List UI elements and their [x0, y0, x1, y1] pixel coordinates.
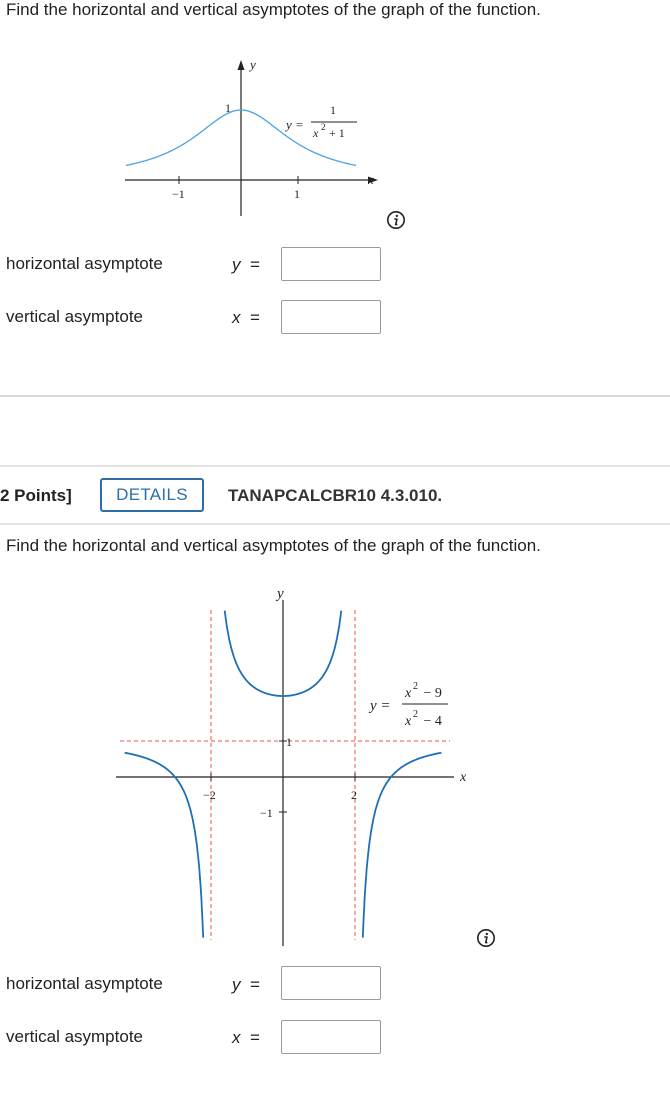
equation-1: y = 1 x 2 + 1 — [284, 103, 357, 140]
eq-den-rest-2: − 4 — [420, 714, 442, 729]
eq-den-exp-1: 2 — [321, 122, 326, 132]
tick-label-x-1: 1 — [294, 187, 300, 201]
vertical-equals-2: = — [249, 1028, 260, 1047]
eq-den-rest-1: + 1 — [326, 126, 345, 140]
vertical-asymptote-label-1: vertical asymptote — [6, 307, 143, 326]
problem2-prompt: Find the horizontal and vertical asympto… — [6, 536, 541, 555]
curve-2-right — [361, 751, 442, 938]
horizontal-asymptote-label-2: horizontal asymptote — [6, 974, 163, 993]
graph-2: y x 1 −1 −2 2 y = x 2 − 9 x 2 − 4 — [116, 586, 467, 946]
details-button[interactable]: DETAILS — [100, 478, 204, 512]
tick-label-y-1: 1 — [225, 101, 231, 115]
eq-den-var-1: x — [312, 126, 319, 140]
horizontal-equals-1: = — [249, 255, 260, 274]
eq-lhs-1: y = — [284, 117, 304, 132]
eq-num-var-2: x — [404, 686, 412, 701]
vertical-eq-1: x = — [232, 308, 260, 328]
graph-1: y x 1 −1 1 y = 1 x 2 + 1 — [125, 57, 378, 216]
horizontal-equals-2: = — [249, 975, 260, 994]
eq-num-1: 1 — [330, 103, 336, 117]
tick-label-y-neg1-2: −1 — [260, 806, 273, 820]
problem1-prompt: Find the horizontal and vertical asympto… — [6, 0, 541, 19]
y-axis-label-2: y — [275, 586, 284, 602]
tick-label-x-neg2-2: −2 — [203, 788, 216, 802]
horizontal-var-1: y — [232, 255, 241, 274]
section-divider — [0, 395, 670, 397]
info-icon[interactable] — [386, 210, 406, 230]
x-axis-label-2: x — [459, 770, 467, 785]
eq-den-var-2: x — [404, 714, 412, 729]
info-icon[interactable] — [476, 928, 496, 948]
vertical-asymptote-input-2[interactable] — [281, 1020, 381, 1054]
eq-lhs-2: y = — [368, 698, 391, 714]
eq-num-exp-2: 2 — [413, 681, 418, 692]
vertical-equals-1: = — [249, 308, 260, 327]
vertical-eq-2: x = — [232, 1028, 260, 1048]
horizontal-eq-1: y = — [232, 255, 260, 275]
y-axis-arrow-1 — [237, 60, 245, 70]
vertical-var-2: x — [232, 1028, 241, 1047]
vertical-asymptote-label-2: vertical asymptote — [6, 1027, 143, 1046]
horizontal-var-2: y — [232, 975, 241, 994]
vertical-var-1: x — [232, 308, 241, 327]
horizontal-asymptote-label-1: horizontal asymptote — [6, 254, 163, 273]
tick-label-x-neg1: −1 — [172, 187, 185, 201]
horizontal-asymptote-input-2[interactable] — [281, 966, 381, 1000]
tick-label-x-2-2: 2 — [351, 788, 357, 802]
eq-num-rest-2: − 9 — [420, 686, 442, 701]
y-axis-label-1: y — [248, 57, 256, 72]
horizontal-asymptote-input-1[interactable] — [281, 247, 381, 281]
curve-2-left — [124, 751, 205, 938]
equation-2: y = x 2 − 9 x 2 − 4 — [368, 681, 448, 729]
horizontal-eq-2: y = — [232, 975, 260, 995]
eq-den-exp-2: 2 — [413, 709, 418, 720]
x-axis-label-1: x — [367, 172, 374, 187]
points-label: 2 Points] — [0, 486, 72, 505]
tick-label-y-1-2: 1 — [286, 735, 292, 749]
vertical-asymptote-input-1[interactable] — [281, 300, 381, 334]
question-code: TANAPCALCBR10 4.3.010. — [228, 486, 443, 505]
